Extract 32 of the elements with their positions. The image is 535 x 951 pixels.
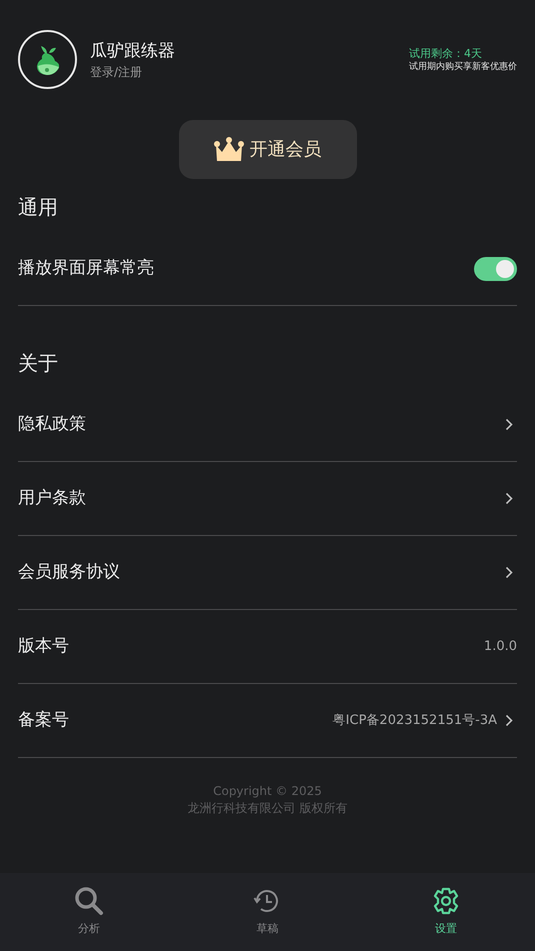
chevron-right-icon bbox=[505, 566, 513, 579]
app-logo bbox=[18, 30, 77, 89]
nav-tab[interactable]: 草稿 bbox=[178, 873, 357, 951]
setting-label: 备案号 bbox=[18, 708, 69, 732]
section-title: 通用 bbox=[18, 194, 58, 221]
setting-value: 粤ICP备2023152151号-3A bbox=[332, 712, 497, 730]
chevron-right-icon bbox=[505, 418, 513, 431]
trial-offer: 试用期内购买享新客优惠价 bbox=[409, 60, 517, 74]
login-link[interactable]: 登录/注册 bbox=[90, 64, 142, 80]
setting-label: 隐私政策 bbox=[18, 412, 86, 436]
setting-label: 播放界面屏幕常亮 bbox=[18, 256, 154, 280]
section-title: 关于 bbox=[18, 350, 58, 377]
settings-row[interactable]: 备案号 粤ICP备2023152151号-3A bbox=[18, 684, 517, 758]
setting-value: 1.0.0 bbox=[484, 638, 517, 656]
search-icon bbox=[74, 886, 104, 916]
settings-row[interactable]: 会员服务协议 bbox=[18, 536, 517, 610]
copyright-text: Copyright © 2025 bbox=[213, 783, 322, 800]
member-button[interactable]: 开通会员 bbox=[178, 120, 356, 179]
crown-icon bbox=[214, 136, 244, 162]
setting-label: 版本号 bbox=[18, 634, 69, 658]
settings-row[interactable]: 用户条款 bbox=[18, 462, 517, 536]
app-name: 瓜驴跟练器 bbox=[90, 40, 175, 62]
trial-remaining: 试用剩余：4天 bbox=[409, 46, 482, 60]
copyright-text: 龙洲行科技有限公司 版权所有 bbox=[188, 800, 348, 817]
chevron-right-icon bbox=[505, 714, 513, 727]
settings-row[interactable]: 隐私政策 bbox=[18, 388, 517, 462]
setting-label: 用户条款 bbox=[18, 486, 86, 510]
toggle-switch[interactable] bbox=[474, 256, 517, 280]
nav-tab[interactable]: 分析 bbox=[0, 873, 178, 951]
nav-tab[interactable]: 设置 bbox=[356, 873, 535, 951]
setting-label: 会员服务协议 bbox=[18, 560, 120, 584]
chevron-right-icon bbox=[505, 492, 513, 505]
